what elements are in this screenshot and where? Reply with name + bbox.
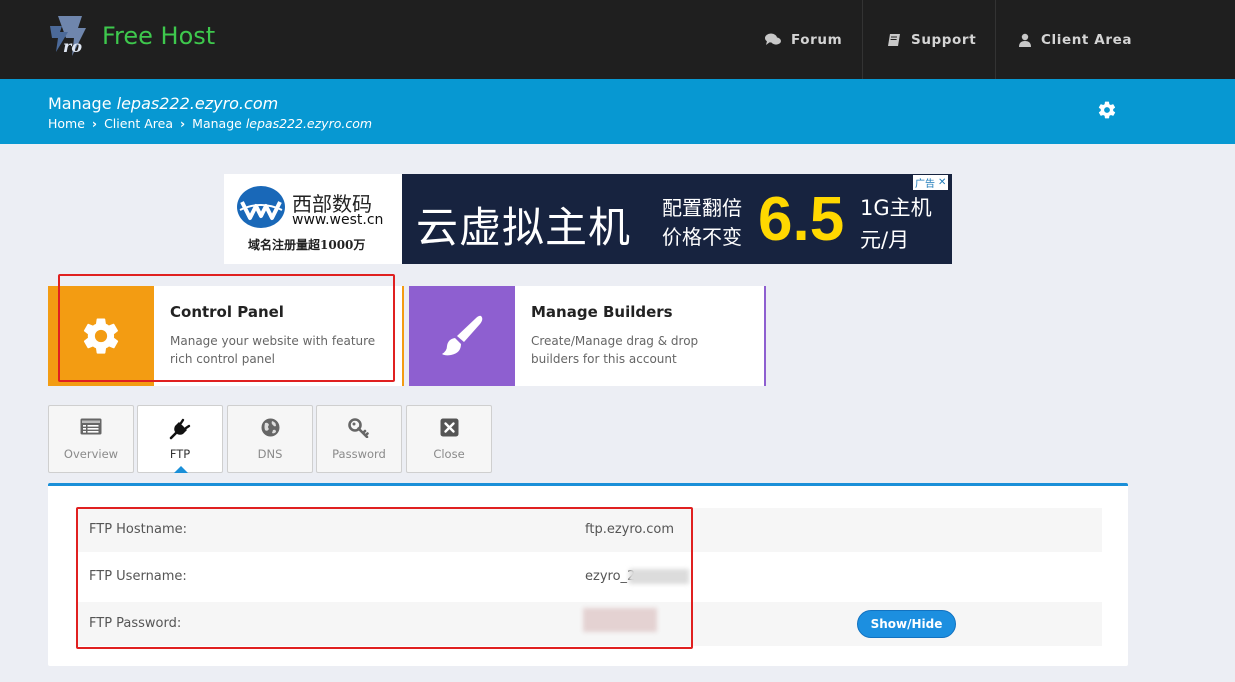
- tab-overview-label: Overview: [63, 447, 119, 461]
- ad-brand-url: www.west.cn: [292, 212, 384, 228]
- list-icon: [80, 418, 102, 435]
- close-box-icon: [440, 418, 458, 437]
- ad-tagline: 域名注册量超1000万: [248, 238, 366, 252]
- nav-support[interactable]: Support: [887, 0, 976, 79]
- nav-divider: [995, 0, 996, 79]
- control-panel-title: Control Panel: [170, 303, 284, 321]
- ad-plan-1: 1G主机: [860, 196, 932, 220]
- ad-badge[interactable]: 广告 ✕: [913, 175, 949, 190]
- top-navbar: ro Free Host Forum Support Client Area: [0, 0, 1235, 79]
- page-title-prefix: Manage: [48, 94, 117, 113]
- page-header: Manage lepas222.ezyro.com Home › Client …: [0, 79, 1235, 144]
- breadcrumb-home[interactable]: Home: [48, 116, 85, 131]
- tab-dns[interactable]: DNS: [227, 405, 313, 473]
- nav-forum-label: Forum: [791, 31, 843, 48]
- ftp-details-panel: FTP Hostname: ftp.ezyro.com FTP Username…: [48, 483, 1128, 666]
- user-icon: [1019, 33, 1031, 47]
- ad-brand-panel: 西部数码 www.west.cn 域名注册量超1000万: [224, 174, 402, 264]
- globe-icon: [261, 418, 279, 437]
- tab-overview[interactable]: Overview: [48, 405, 134, 473]
- close-icon[interactable]: ✕: [938, 177, 946, 188]
- paintbrush-icon: [442, 315, 483, 356]
- breadcrumb-current-domain: lepas222.ezyro.com: [245, 116, 373, 131]
- ad-subline-2: 价格不变: [662, 225, 742, 249]
- ad-plan-2: 元/月: [860, 228, 910, 252]
- svg-text:ro: ro: [63, 37, 82, 56]
- ad-banner[interactable]: 西部数码 www.west.cn 域名注册量超1000万 云虚拟主机 配置翻倍 …: [224, 174, 952, 264]
- brand-name[interactable]: Free Host: [102, 22, 215, 50]
- gear-icon: [83, 318, 119, 354]
- redacted-password: [583, 608, 657, 632]
- ftp-username-value[interactable]: ezyro_2: [585, 569, 635, 584]
- breadcrumb: Home › Client Area › Manage lepas222.ezy…: [48, 116, 372, 131]
- ftp-hostname-label: FTP Hostname:: [89, 522, 188, 537]
- nav-divider: [862, 0, 863, 79]
- ad-subline-1: 配置翻倍: [662, 196, 742, 220]
- ftp-username-label: FTP Username:: [89, 569, 187, 584]
- manage-builders-card[interactable]: Manage Builders Create/Manage drag & dro…: [409, 286, 766, 386]
- active-tab-indicator: [174, 466, 188, 473]
- ftp-hostname-value[interactable]: ftp.ezyro.com: [585, 522, 674, 537]
- key-icon: [348, 418, 369, 438]
- ad-price: 6.5: [758, 185, 845, 254]
- manage-builders-title: Manage Builders: [531, 303, 673, 321]
- nav-support-label: Support: [911, 31, 977, 48]
- ftp-username-row: FTP Username: ezyro_2: [76, 555, 1102, 599]
- tab-ftp-label: FTP: [169, 447, 191, 461]
- nav-client-area[interactable]: Client Area: [1019, 0, 1132, 79]
- redacted-username: [629, 569, 689, 584]
- breadcrumb-current: Manage lepas222.ezyro.com: [192, 116, 372, 131]
- chevron-right-icon: ›: [91, 116, 98, 131]
- comments-icon: [765, 33, 781, 45]
- tab-dns-label: DNS: [257, 447, 283, 461]
- pro-logo-icon[interactable]: ro: [48, 12, 96, 58]
- manage-builders-icon-box: [409, 286, 515, 386]
- breadcrumb-current-prefix: Manage: [192, 116, 246, 131]
- tab-password[interactable]: Password: [316, 405, 402, 473]
- ftp-hostname-row: FTP Hostname: ftp.ezyro.com: [76, 508, 1102, 552]
- control-panel-icon-box: [48, 286, 154, 386]
- tab-close[interactable]: Close: [406, 405, 492, 473]
- show-hide-password-button[interactable]: Show/Hide: [857, 610, 956, 638]
- book-icon: [888, 33, 900, 46]
- ad-badge-label: 广告: [915, 179, 935, 190]
- nav-client-area-label: Client Area: [1041, 31, 1133, 48]
- nav-forum[interactable]: Forum: [765, 0, 842, 79]
- plug-icon: [169, 418, 191, 440]
- ad-headline: 云虚拟主机: [416, 203, 632, 252]
- tab-password-label: Password: [332, 447, 386, 461]
- page-title-domain: lepas222.ezyro.com: [116, 94, 279, 113]
- control-panel-card[interactable]: Control Panel Manage your website with f…: [48, 286, 404, 386]
- control-panel-description: Manage your website with feature rich co…: [170, 334, 376, 366]
- chevron-right-icon: ›: [180, 116, 186, 131]
- west-logo-icon: [237, 186, 285, 228]
- ftp-password-label: FTP Password:: [89, 616, 182, 631]
- gear-icon[interactable]: [1097, 100, 1117, 120]
- breadcrumb-client-area[interactable]: Client Area: [104, 116, 173, 131]
- tab-ftp[interactable]: FTP: [137, 405, 223, 473]
- ftp-password-row: FTP Password: Show/Hide: [76, 602, 1102, 646]
- manage-builders-description: Create/Manage drag & drop builders for t…: [531, 334, 699, 366]
- page-title: Manage lepas222.ezyro.com: [48, 94, 278, 113]
- tab-close-label: Close: [433, 447, 465, 461]
